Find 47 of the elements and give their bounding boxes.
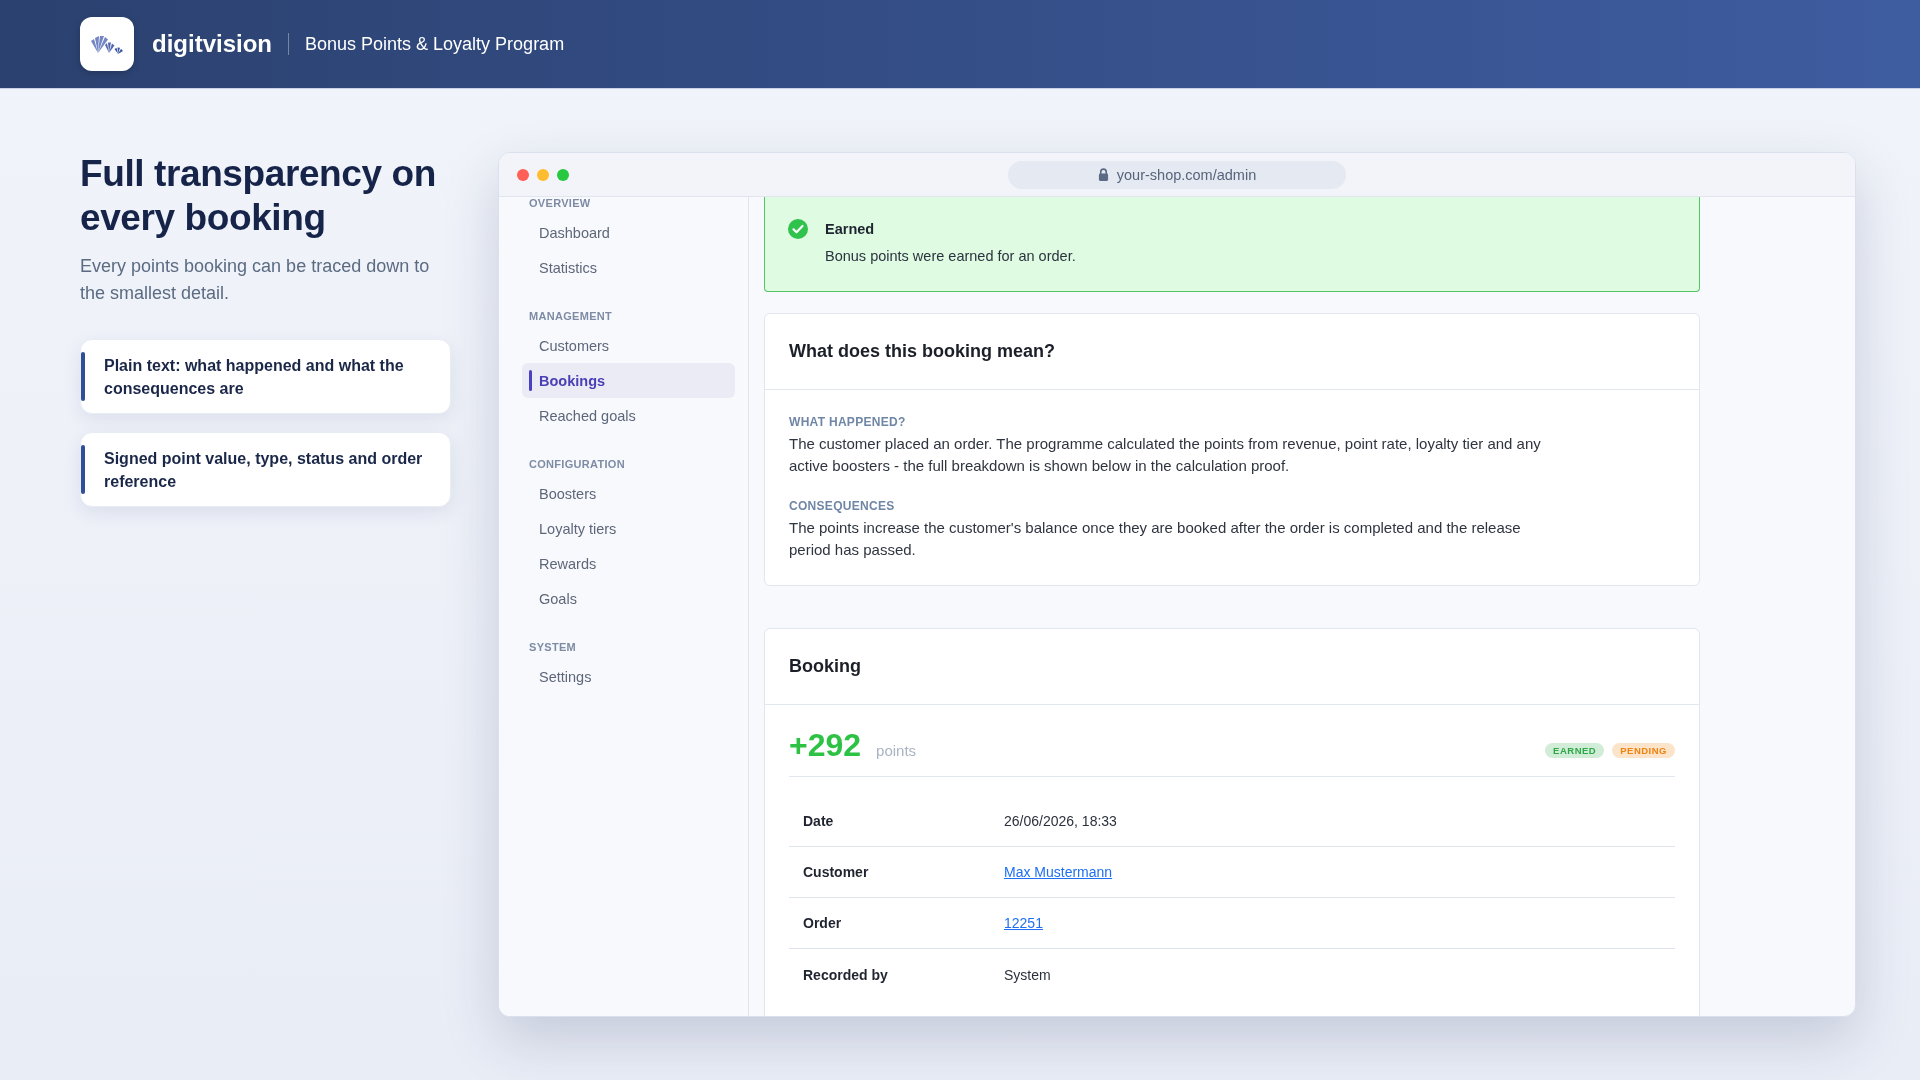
sidebar-item[interactable]: Dashboard (522, 215, 735, 250)
sidebar-item[interactable]: Loyalty tiers (522, 511, 735, 546)
maximize-window-icon[interactable] (557, 168, 569, 181)
section-text: The customer placed an order. The programme calculated the points from revenue, point rate, loyalty tier and any active boosters - the full breakdown is shown below in the calculation proof. (789, 434, 1542, 476)
banner-title: Earned (825, 220, 876, 239)
sidebar-item[interactable]: Bookings (522, 363, 735, 398)
check-circle-icon (788, 219, 808, 239)
card-title: Booking (789, 656, 861, 677)
points-value: +292 (789, 726, 862, 765)
lock-icon (1097, 168, 1109, 181)
detail-label: Date (803, 813, 835, 829)
minimize-window-icon[interactable] (537, 168, 549, 181)
feature-card: Signed point value, type, status and order reference (80, 432, 451, 507)
detail-link[interactable]: Max Mustermann (1004, 864, 1113, 880)
status-badge: PENDING (1612, 742, 1675, 758)
sidebar-item[interactable]: Boosters (522, 476, 735, 511)
sidebar-item[interactable]: Statistics (522, 250, 735, 285)
sidebar-section-label: CONFIGURATION (528, 458, 626, 470)
detail-label: Recorded by (803, 966, 889, 983)
sidebar-item[interactable]: Goals (522, 581, 735, 616)
detail-label: Customer (803, 864, 870, 880)
sidebar-section-label: MANAGEMENT (528, 310, 614, 322)
detail-label: Order (803, 915, 843, 931)
detail-value: 26/06/2026, 18:33 (1004, 813, 1117, 829)
intro-text: Every points booking can be traced down to the smallest detail. (80, 255, 431, 305)
section-label: CONSEQUENCES (789, 498, 896, 514)
detail-value: System (1004, 966, 1051, 983)
sidebar-item[interactable]: Reached goals (522, 398, 735, 433)
points-unit: points (876, 742, 917, 759)
sidebar-section-label: OVERVIEW (528, 197, 592, 209)
intro-heading: Full transparency on every booking (80, 152, 437, 240)
banner-text: Bonus points were earned for an order. (825, 247, 1076, 266)
sidebar-item[interactable]: Rewards (522, 546, 735, 581)
section-text: The points increase the customer's balance once they are booked after the order is completed and the release period has passed. (789, 518, 1522, 560)
sidebar-item[interactable]: Settings (522, 659, 735, 694)
detail-link[interactable]: 12251 (1004, 915, 1043, 931)
sidebar-item[interactable]: Customers (522, 328, 735, 363)
sidebar-section-label: SYSTEM (528, 641, 578, 653)
section-label: WHAT HAPPENED? (789, 414, 907, 430)
card-title: What does this booking mean? (789, 341, 1055, 362)
close-window-icon[interactable] (517, 168, 529, 181)
brand-name: digitvision (152, 30, 272, 58)
feature-card: Plain text: what happened and what the consequences are (80, 339, 451, 414)
logo-icon (80, 17, 134, 71)
status-badge: EARNED (1545, 742, 1605, 758)
header-subtitle: Bonus Points & Loyalty Program (305, 33, 565, 55)
address-bar[interactable]: your-shop.com/admin (1008, 160, 1346, 189)
